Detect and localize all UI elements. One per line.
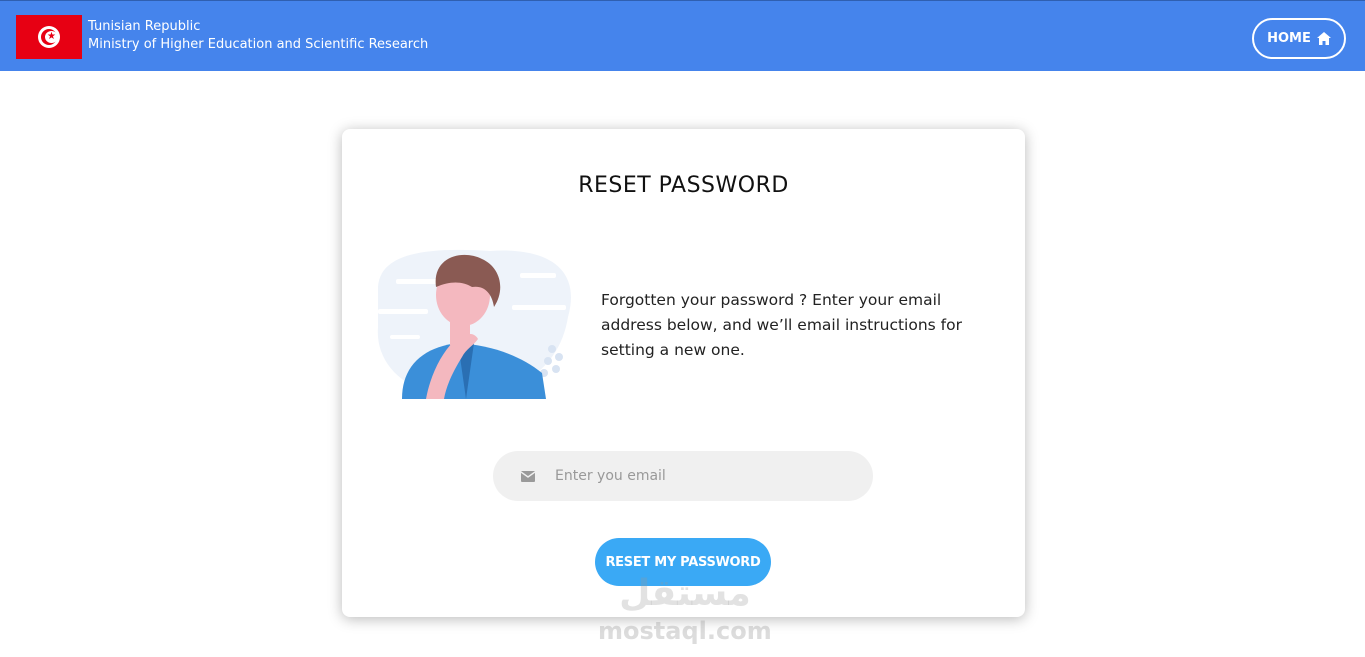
ministry-name: Ministry of Higher Education and Scienti… (88, 37, 429, 52)
reset-password-button[interactable]: RESET MY PASSWORD (595, 538, 771, 586)
home-icon (1316, 32, 1331, 45)
country-name: Tunisian Republic (88, 19, 201, 34)
home-button[interactable]: HOME (1252, 18, 1346, 59)
page-title: RESET PASSWORD (578, 173, 789, 198)
email-field-container[interactable] (493, 451, 873, 501)
reset-password-card: RESET PASSWORD Forgotten your password ?… (342, 129, 1025, 617)
top-navigation-bar: ★ Tunisian Republic Ministry of Higher E… (0, 0, 1365, 71)
organization-name: Tunisian Republic Ministry of Higher Edu… (88, 18, 428, 54)
tunisia-flag-icon: ★ (16, 15, 82, 59)
home-button-label: HOME (1267, 31, 1311, 46)
envelope-icon (521, 470, 535, 482)
reset-button-label: RESET MY PASSWORD (605, 554, 761, 570)
thinking-person-illustration (377, 249, 571, 399)
email-input[interactable] (555, 468, 855, 484)
instructions-text: Forgotten your password ? Enter your ema… (601, 291, 962, 359)
watermark-latin: mostaql.com (598, 617, 772, 645)
